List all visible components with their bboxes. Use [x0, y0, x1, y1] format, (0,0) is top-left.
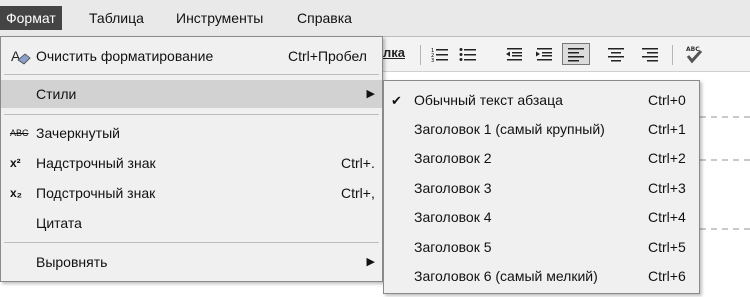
toolbar-link-fragment[interactable]: лка — [383, 45, 405, 60]
submenu-item-normal-text[interactable]: ✔ Обычный текст абзаца Ctrl+0 — [384, 86, 699, 115]
menu-item-label: Цитата — [36, 215, 82, 231]
submenu-item-shortcut: Ctrl+5 — [648, 239, 686, 255]
menu-separator — [4, 114, 379, 115]
menubar: Формат Таблица Инструменты Справка — [0, 0, 750, 37]
toolbar-separator — [420, 45, 421, 65]
menu-item-clear-formatting[interactable]: A Очистить форматирование Ctrl+Пробел — [1, 42, 382, 70]
toolbar-separator — [672, 45, 673, 65]
submenu-item-label: Обычный текст абзаца — [414, 92, 563, 108]
submenu-item-shortcut: Ctrl+2 — [648, 150, 686, 166]
page-guide-line — [700, 159, 750, 161]
submenu-item-label: Заголовок 2 — [414, 150, 492, 166]
menu-item-shortcut: Ctrl+Пробел — [288, 48, 367, 64]
submenu-item-label: Заголовок 5 — [414, 239, 492, 255]
menu-item-shortcut: Ctrl+, — [341, 185, 375, 201]
submenu-arrow-icon: ▶ — [366, 256, 375, 268]
menu-item-label: Очистить форматирование — [36, 48, 214, 64]
menu-item-label: Выровнять — [36, 254, 108, 270]
menu-tools[interactable]: Инструменты — [170, 6, 269, 30]
submenu-item-heading-2[interactable]: Заголовок 2 Ctrl+2 — [384, 144, 699, 173]
submenu-item-heading-3[interactable]: Заголовок 3 Ctrl+3 — [384, 174, 699, 203]
submenu-item-label: Заголовок 6 (самый мелкий) — [414, 268, 598, 284]
submenu-item-shortcut: Ctrl+4 — [648, 209, 686, 225]
bullet-list-icon[interactable] — [456, 43, 480, 65]
submenu-item-heading-6[interactable]: Заголовок 6 (самый мелкий) Ctrl+6 — [384, 262, 699, 291]
align-center-icon[interactable] — [604, 43, 628, 65]
submenu-item-label: Заголовок 4 — [414, 209, 492, 225]
menu-format[interactable]: Формат — [0, 6, 62, 30]
submenu-item-shortcut: Ctrl+1 — [648, 121, 686, 137]
menu-item-superscript[interactable]: x² Надстрочный знак Ctrl+. — [1, 149, 382, 177]
menu-item-label: Зачеркнутый — [36, 125, 120, 141]
superscript-icon: x² — [10, 156, 21, 170]
menu-item-subscript[interactable]: x₂ Подстрочный знак Ctrl+, — [1, 179, 382, 207]
menu-item-label: Надстрочный знак — [36, 155, 156, 171]
menu-item-strikethrough[interactable]: ABC Зачеркнутый — [1, 119, 382, 147]
submenu-arrow-icon: ▶ — [366, 88, 375, 100]
submenu-item-heading-1[interactable]: Заголовок 1 (самый крупный) Ctrl+1 — [384, 115, 699, 144]
page-guide-line — [700, 228, 750, 230]
menu-item-quote[interactable]: Цитата — [1, 209, 382, 237]
checkmark-icon: ✔ — [391, 93, 402, 108]
submenu-item-shortcut: Ctrl+0 — [648, 92, 686, 108]
menu-help[interactable]: Справка — [291, 6, 358, 30]
menu-item-label: Стили — [36, 86, 77, 102]
svg-text:3: 3 — [431, 58, 434, 62]
menu-table[interactable]: Таблица — [83, 6, 150, 30]
page-guide-line — [700, 116, 750, 118]
menu-item-shortcut: Ctrl+. — [341, 155, 375, 171]
menu-separator — [4, 74, 379, 75]
numbered-list-icon[interactable]: 123 — [428, 43, 452, 65]
strikethrough-icon: ABC — [10, 128, 29, 138]
submenu-item-shortcut: Ctrl+3 — [648, 180, 686, 196]
submenu-item-label: Заголовок 3 — [414, 180, 492, 196]
format-menu: A Очистить форматирование Ctrl+Пробел Ст… — [0, 36, 383, 282]
submenu-item-label: Заголовок 1 (самый крупный) — [414, 121, 605, 137]
spellcheck-icon[interactable]: ABC — [682, 43, 706, 65]
submenu-item-heading-4[interactable]: Заголовок 4 Ctrl+4 — [384, 203, 699, 232]
submenu-item-heading-5[interactable]: Заголовок 5 Ctrl+5 — [384, 233, 699, 262]
align-right-icon[interactable] — [638, 43, 662, 65]
menu-item-styles[interactable]: Стили ▶ — [1, 80, 382, 108]
menu-separator — [4, 242, 379, 243]
subscript-icon: x₂ — [10, 186, 23, 200]
decrease-indent-icon[interactable] — [502, 43, 526, 65]
submenu-item-shortcut: Ctrl+6 — [648, 268, 686, 284]
menu-item-label: Подстрочный знак — [36, 185, 156, 201]
svg-text:A: A — [11, 48, 21, 64]
svg-text:ABC: ABC — [686, 46, 700, 53]
increase-indent-icon[interactable] — [532, 43, 556, 65]
align-left-icon[interactable] — [562, 43, 590, 65]
styles-submenu: ✔ Обычный текст абзаца Ctrl+0 Заголовок … — [383, 80, 700, 294]
clear-formatting-icon: A — [10, 42, 32, 70]
menu-item-align[interactable]: Выровнять ▶ — [1, 248, 382, 276]
